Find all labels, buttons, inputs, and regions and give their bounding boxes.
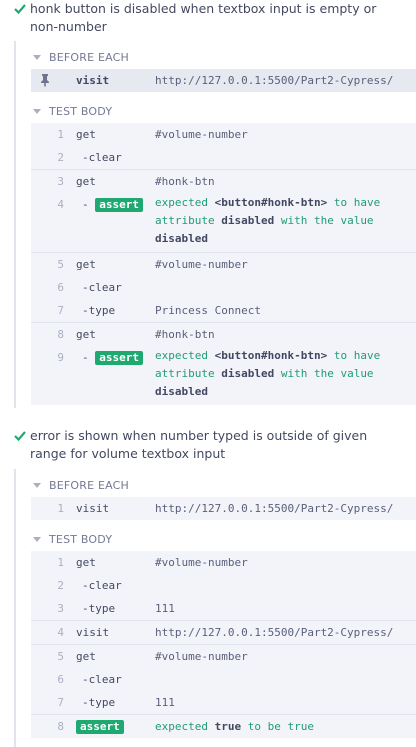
command-row-visit[interactable]: visit http://127.0.0.1:5500/Part2-Cypres… [31,69,416,92]
assert-badge: assert [95,351,143,365]
command-group: 1 get #volume-number 2 -clear [31,123,416,169]
command-row-assert[interactable]: 4 - assert expected <button#honk-btn> to… [31,193,416,252]
assert-message: expected <button#honk-btn> to have attri… [155,349,381,398]
command-row-assert[interactable]: 9 - assert expected <button#honk-btn> to… [31,346,416,405]
command-group: 5 get #volume-number 6 -clear 7 -type Pr… [31,253,416,322]
check-icon [14,431,26,442]
command-group: 4 visit http://127.0.0.1:5500/Part2-Cypr… [31,621,416,644]
caret-down-icon [33,108,41,114]
caret-down-icon [33,482,41,488]
command-row[interactable]: 5 get #volume-number [31,253,416,276]
assert-badge: assert [95,198,143,212]
command-row[interactable]: 2 -clear [31,574,416,597]
command-row[interactable]: 2 -clear [31,146,416,169]
command-row-assert[interactable]: 8 assert expected true to be true [31,715,416,738]
test-container-1: BEFORE EACH visit http://127.0.0.1:5500/… [14,41,416,408]
assert-message: expected true to be true [155,720,314,733]
pin-icon [41,74,49,87]
command-row[interactable]: 3 get #honk-btn [31,170,416,193]
test-title-text: error is shown when number typed is outs… [30,428,368,461]
command-group: 1 get #volume-number 2 -clear 3 -type 11… [31,551,416,620]
command-row-visit[interactable]: 4 visit http://127.0.0.1:5500/Part2-Cypr… [31,621,416,644]
command-group: visit http://127.0.0.1:5500/Part2-Cypres… [31,69,416,92]
command-group: 5 get #volume-number 6 -clear 7 -type 11… [31,645,416,714]
assert-message: expected <button#honk-btn> to have attri… [155,196,381,245]
command-group: 3 get #honk-btn 4 - assert expected <but… [31,170,416,252]
command-group: 1 visit http://127.0.0.1:5500/Part2-Cypr… [31,497,416,520]
test-container-2: BEFORE EACH 1 visit http://127.0.0.1:550… [14,469,416,747]
command-row[interactable]: 1 get #volume-number [31,551,416,574]
command-row[interactable]: 6 -clear [31,668,416,691]
assert-badge: assert [76,720,124,734]
caret-down-icon [33,54,41,60]
hook-header-test-body[interactable]: TEST BODY [32,531,112,547]
command-row[interactable]: 5 get #volume-number [31,645,416,668]
hook-header-before-each[interactable]: BEFORE EACH [32,49,129,65]
hook-header-before-each[interactable]: BEFORE EACH [32,477,129,493]
command-row-visit[interactable]: 1 visit http://127.0.0.1:5500/Part2-Cypr… [31,497,416,520]
command-group: 8 assert expected true to be true [31,715,416,738]
command-row[interactable]: 6 -clear [31,276,416,299]
command-row[interactable]: 8 get #honk-btn [31,323,416,346]
command-row[interactable]: 3 -type 111 [31,597,416,620]
command-row[interactable]: 7 -type Princess Connect [31,299,416,322]
check-icon [14,4,26,15]
caret-down-icon [33,536,41,542]
command-group: 8 get #honk-btn 9 - assert expected <but… [31,323,416,405]
command-row[interactable]: 1 get #volume-number [31,123,416,146]
hook-header-test-body[interactable]: TEST BODY [32,103,112,119]
test-title-text: honk button is disabled when textbox inp… [30,1,377,34]
command-row[interactable]: 7 -type 111 [31,691,416,714]
